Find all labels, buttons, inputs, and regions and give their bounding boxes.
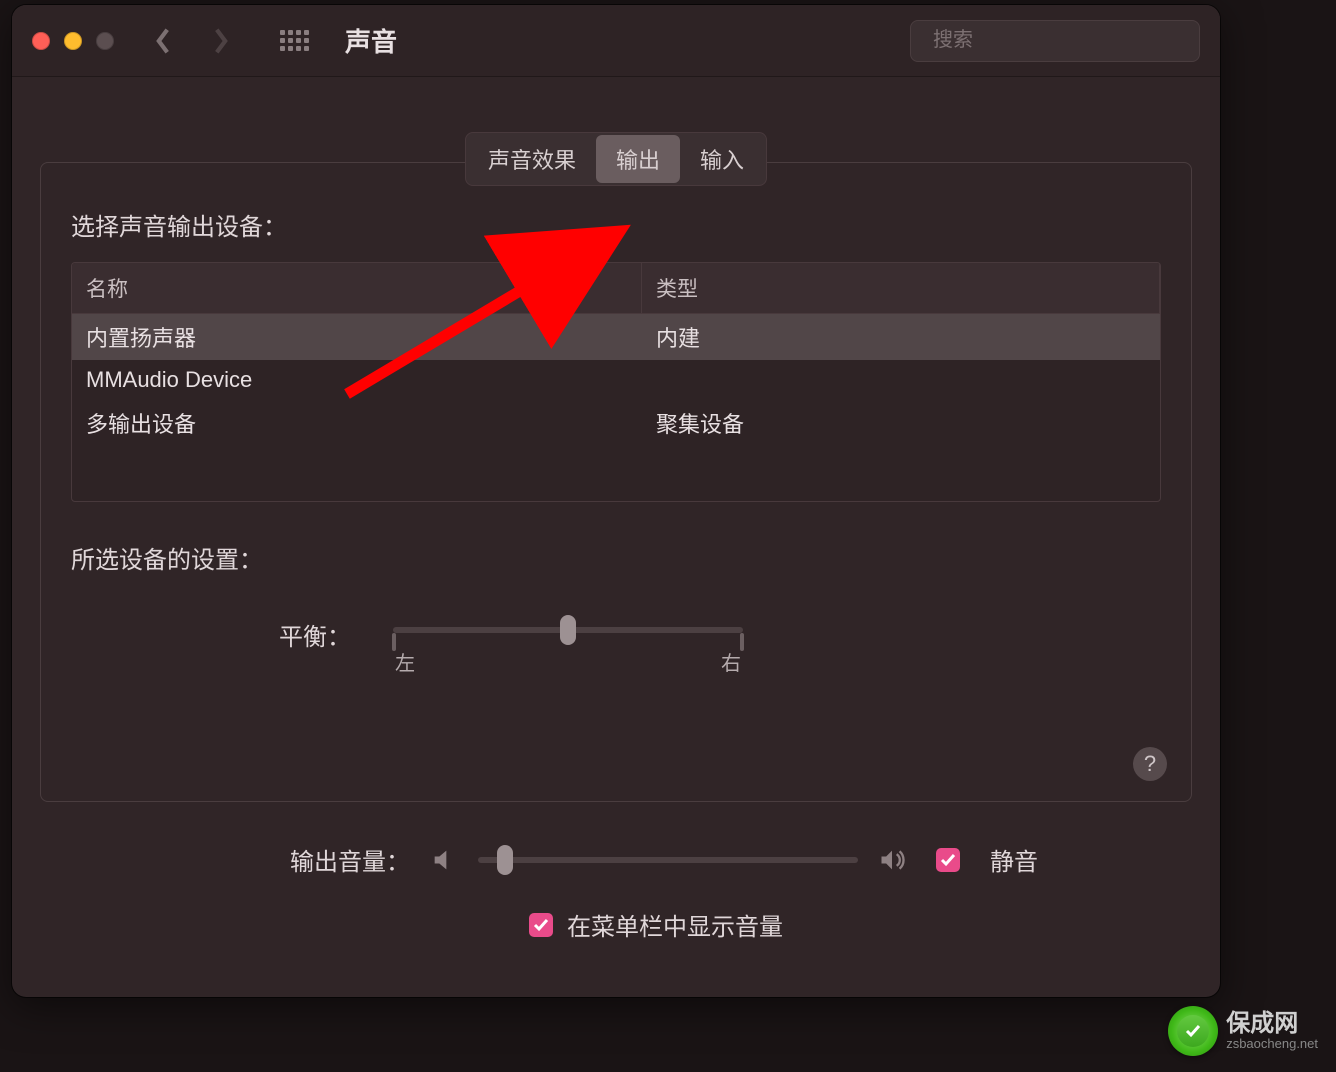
window-controls — [32, 32, 114, 50]
selected-device-settings-label: 所选设备的设置： — [71, 540, 1161, 575]
show-in-menubar-label: 在菜单栏中显示音量 — [567, 907, 783, 942]
device-type: 聚集设备 — [656, 407, 1146, 439]
output-volume-label: 输出音量： — [40, 842, 410, 877]
column-name[interactable]: 名称 — [72, 263, 642, 313]
tab-sound-effects[interactable]: 声音效果 — [468, 135, 596, 183]
help-button[interactable]: ? — [1133, 747, 1167, 781]
column-type[interactable]: 类型 — [642, 263, 1160, 313]
device-name: MMAudio Device — [86, 367, 656, 393]
back-icon[interactable] — [154, 27, 172, 55]
tab-output[interactable]: 输出 — [596, 135, 680, 183]
balance-slider-thumb[interactable] — [560, 615, 576, 645]
mute-label: 静音 — [990, 842, 1038, 877]
output-panel: 选择声音输出设备： 名称 类型 内置扬声器 内建 MMAudio Device … — [40, 162, 1192, 802]
search-box[interactable] — [910, 20, 1200, 62]
check-icon — [532, 916, 550, 934]
select-device-label: 选择声音输出设备： — [71, 207, 1161, 242]
watermark-subtitle: zsbaocheng.net — [1226, 1037, 1318, 1051]
titlebar: 声音 — [12, 5, 1220, 77]
table-row[interactable]: 多输出设备 聚集设备 — [72, 400, 1160, 446]
page-title: 声音 — [345, 22, 397, 59]
volume-slider-thumb[interactable] — [497, 845, 513, 875]
watermark: 保成网 zsbaocheng.net — [1168, 1006, 1318, 1056]
table-row[interactable]: MMAudio Device — [72, 360, 1160, 400]
speaker-high-icon — [878, 846, 906, 874]
volume-slider[interactable] — [478, 857, 858, 863]
device-name: 内置扬声器 — [86, 321, 656, 353]
minimize-window-button[interactable] — [64, 32, 82, 50]
output-volume-row: 输出音量： 静音 — [40, 842, 1192, 877]
balance-label: 平衡： — [71, 615, 351, 652]
forward-icon[interactable] — [212, 27, 230, 55]
close-window-button[interactable] — [32, 32, 50, 50]
balance-slider[interactable]: 左 右 — [393, 615, 743, 676]
watermark-title: 保成网 — [1226, 1011, 1318, 1037]
search-input[interactable] — [933, 29, 1198, 52]
mute-checkbox[interactable] — [936, 848, 960, 872]
balance-left-label: 左 — [395, 647, 415, 676]
device-type: 内建 — [656, 321, 1146, 353]
check-icon — [939, 851, 957, 869]
device-table: 名称 类型 内置扬声器 内建 MMAudio Device 多输出设备 聚集设备 — [71, 262, 1161, 502]
nav-arrows — [154, 27, 230, 55]
fullscreen-window-button[interactable] — [96, 32, 114, 50]
sound-preferences-window: 声音 声音效果 输出 输入 选择声音输出设备： 名称 类型 内置扬声器 — [12, 5, 1220, 997]
table-row[interactable]: 内置扬声器 内建 — [72, 314, 1160, 360]
all-preferences-icon[interactable] — [280, 30, 309, 51]
show-in-menubar-checkbox[interactable] — [529, 913, 553, 937]
speaker-low-icon — [430, 846, 458, 874]
table-header: 名称 类型 — [72, 263, 1160, 314]
tab-input[interactable]: 输入 — [680, 135, 764, 183]
show-in-menubar-row: 在菜单栏中显示音量 — [40, 907, 1192, 942]
footer: 输出音量： 静音 在菜单栏中显示音量 — [12, 802, 1220, 942]
watermark-badge-icon — [1168, 1006, 1218, 1056]
tab-control: 声音效果 输出 输入 — [40, 132, 1192, 186]
balance-right-label: 右 — [721, 647, 741, 676]
balance-row: 平衡： 左 右 — [71, 615, 1161, 676]
content-area: 声音效果 输出 输入 选择声音输出设备： 名称 类型 内置扬声器 内建 MMAu… — [12, 77, 1220, 802]
device-name: 多输出设备 — [86, 407, 656, 439]
device-type — [656, 367, 1146, 393]
